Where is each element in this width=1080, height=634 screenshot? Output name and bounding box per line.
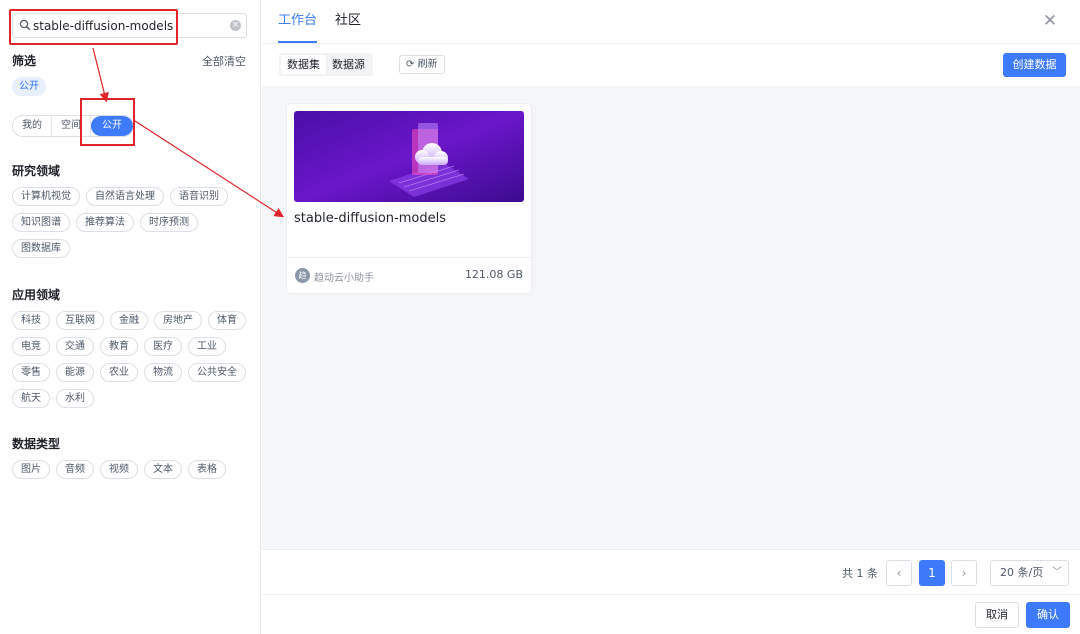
tag-nlp[interactable]: 自然语言处理 xyxy=(86,187,164,206)
tag-medical[interactable]: 医疗 xyxy=(144,337,182,356)
tag-logistics[interactable]: 物流 xyxy=(144,363,182,382)
prev-page-button[interactable]: ‹ xyxy=(886,560,912,586)
selected-filter-chip[interactable]: 公开 xyxy=(12,77,46,96)
tag-table[interactable]: 表格 xyxy=(188,460,226,479)
page-1-button[interactable]: 1 xyxy=(919,560,945,586)
tag-internet[interactable]: 互联网 xyxy=(56,311,104,330)
tag-speech[interactable]: 语音识别 xyxy=(170,187,228,206)
tag-water[interactable]: 水利 xyxy=(56,389,94,408)
refresh-icon: ⟳ xyxy=(406,59,418,70)
tag-education[interactable]: 教育 xyxy=(100,337,138,356)
scope-option-space[interactable]: 空间 xyxy=(52,116,91,136)
tag-agriculture[interactable]: 农业 xyxy=(100,363,138,382)
refresh-button[interactable]: ⟳ 刷新 xyxy=(399,55,445,74)
dataset-card[interactable]: stable-diffusion-models 趋 趋动云小助手 121.08 … xyxy=(287,104,531,293)
dataset-title[interactable]: stable-diffusion-models xyxy=(294,211,446,226)
tag-sports[interactable]: 体育 xyxy=(208,311,246,330)
dataset-size: 121.08 GB xyxy=(464,268,523,281)
tag-graphdb[interactable]: 图数据库 xyxy=(12,239,70,258)
page-size-value: 20 条/页 xyxy=(1000,566,1044,579)
tag-image[interactable]: 图片 xyxy=(12,460,50,479)
subtabs: 数据集 数据源 xyxy=(279,53,373,76)
cancel-button[interactable]: 取消 xyxy=(975,602,1019,628)
tag-kg[interactable]: 知识图谱 xyxy=(12,213,70,232)
clear-circle-icon[interactable]: × xyxy=(230,20,241,31)
filter-panel: × 筛选 全部清空 公开 我的 空间 公开 研究领域 计算机视觉 自然语言处理 … xyxy=(0,0,261,634)
tag-traffic[interactable]: 交通 xyxy=(56,337,94,356)
tag-industry[interactable]: 工业 xyxy=(188,337,226,356)
scope-segmented-control: 我的 空间 公开 xyxy=(12,115,134,137)
section-title-application: 应用领域 xyxy=(12,288,61,302)
tab-workbench[interactable]: 工作台 xyxy=(278,0,318,43)
tag-aerospace[interactable]: 航天 xyxy=(12,389,50,408)
application-tags: 科技 互联网 金融 房地产 体育 电竞 交通 教育 医疗 工业 零售 能源 农业… xyxy=(12,311,252,408)
tag-cv[interactable]: 计算机视觉 xyxy=(12,187,80,206)
filter-title: 筛选 xyxy=(12,54,37,68)
tag-publicsafety[interactable]: 公共安全 xyxy=(188,363,246,382)
card-divider xyxy=(287,257,531,258)
tag-energy[interactable]: 能源 xyxy=(56,363,94,382)
clear-all-link[interactable]: 全部清空 xyxy=(202,53,246,69)
research-tags: 计算机视觉 自然语言处理 语音识别 知识图谱 推荐算法 时序预测 图数据库 xyxy=(12,187,252,258)
tag-esports[interactable]: 电竞 xyxy=(12,337,50,356)
datatype-tags: 图片 音频 视频 文本 表格 xyxy=(12,460,252,479)
tag-audio[interactable]: 音频 xyxy=(56,460,94,479)
section-title-research: 研究领域 xyxy=(12,164,61,178)
tag-text[interactable]: 文本 xyxy=(144,460,182,479)
footer-divider xyxy=(262,594,1080,595)
tab-community[interactable]: 社区 xyxy=(335,0,361,43)
refresh-label: 刷新 xyxy=(417,59,438,70)
subtab-datasources[interactable]: 数据源 xyxy=(326,55,371,74)
tag-realestate[interactable]: 房地产 xyxy=(154,311,202,330)
close-icon[interactable]: ✕ xyxy=(1040,11,1060,31)
subtab-datasets[interactable]: 数据集 xyxy=(281,55,326,74)
scope-option-public[interactable]: 公开 xyxy=(91,116,133,136)
search-box[interactable]: × xyxy=(12,13,247,38)
search-input[interactable] xyxy=(33,16,233,35)
dataset-author: 趋动云小助手 xyxy=(314,273,374,284)
tag-finance[interactable]: 金融 xyxy=(110,311,148,330)
dataset-cover-image xyxy=(294,111,524,202)
top-tabs: 工作台 社区 xyxy=(278,0,361,43)
tag-timeseries[interactable]: 时序预测 xyxy=(140,213,198,232)
header-divider xyxy=(262,43,1080,44)
tag-tech[interactable]: 科技 xyxy=(12,311,50,330)
scope-option-mine[interactable]: 我的 xyxy=(13,116,52,136)
avatar: 趋 xyxy=(295,268,310,283)
create-data-button[interactable]: 创建数据 xyxy=(1003,53,1066,77)
page-size-select[interactable]: 20 条/页 ﹀ xyxy=(990,560,1069,586)
search-icon xyxy=(19,19,31,31)
tag-video[interactable]: 视频 xyxy=(100,460,138,479)
next-page-button[interactable]: › xyxy=(951,560,977,586)
tag-retail[interactable]: 零售 xyxy=(12,363,50,382)
total-count: 共 1 条 xyxy=(842,567,878,580)
tag-recsys[interactable]: 推荐算法 xyxy=(76,213,134,232)
section-title-datatype: 数据类型 xyxy=(12,437,61,451)
pagination-divider xyxy=(262,549,1080,550)
chevron-down-icon: ﹀ xyxy=(1052,567,1062,578)
confirm-button[interactable]: 确认 xyxy=(1026,602,1070,628)
